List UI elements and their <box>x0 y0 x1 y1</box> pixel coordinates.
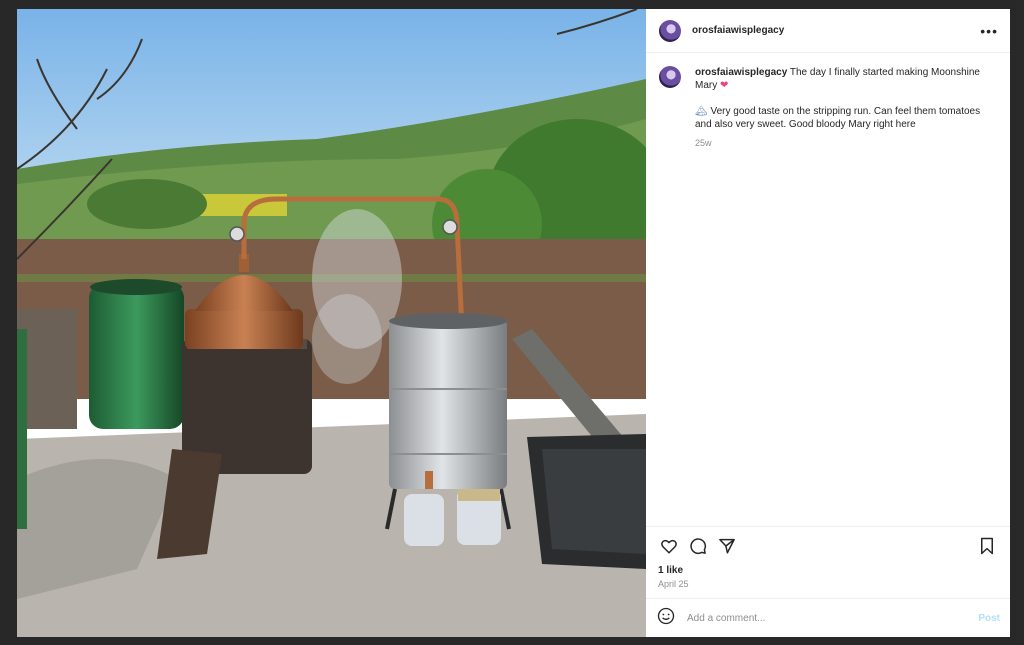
more-options-icon[interactable]: ••• <box>980 24 998 38</box>
photo-illustration <box>17 9 646 637</box>
caption-row: orosfaiawisplegacy The day I finally sta… <box>659 66 998 150</box>
share-icon[interactable] <box>716 535 738 557</box>
actions-area: 1 like April 25 <box>646 526 1010 598</box>
caption-area: orosfaiawisplegacy The day I finally sta… <box>646 53 1010 526</box>
comment-bar: Post <box>646 598 1010 637</box>
author-username[interactable]: orosfaiawisplegacy <box>692 25 784 36</box>
caption-body: orosfaiawisplegacy The day I finally sta… <box>695 66 995 150</box>
heart-icon[interactable] <box>658 535 680 557</box>
post-modal: orosfaiawisplegacy ••• orosfaiawisplegac… <box>17 9 1010 637</box>
author-avatar[interactable] <box>659 19 681 42</box>
likes-count[interactable]: 1 like <box>658 565 998 576</box>
emoji-icon[interactable] <box>657 607 675 630</box>
mountain-emoji: 🏔 <box>695 106 708 117</box>
caption-time-ago[interactable]: 25w <box>695 137 995 150</box>
comment-input[interactable] <box>685 611 979 625</box>
post-date[interactable]: April 25 <box>658 579 998 598</box>
heart-emoji: ❤ <box>720 80 729 91</box>
caption-avatar[interactable] <box>659 66 681 88</box>
post-header: orosfaiawisplegacy ••• <box>646 9 1010 53</box>
bookmark-icon[interactable] <box>976 535 998 557</box>
comment-icon[interactable] <box>687 535 709 557</box>
post-panel: orosfaiawisplegacy ••• orosfaiawisplegac… <box>646 9 1010 637</box>
post-comment-button[interactable]: Post <box>978 613 1000 624</box>
post-photo[interactable] <box>17 9 646 637</box>
caption-text-2: Very good taste on the stripping run. Ca… <box>695 106 981 130</box>
caption-username[interactable]: orosfaiawisplegacy <box>695 67 787 78</box>
action-icons-row <box>658 527 998 565</box>
